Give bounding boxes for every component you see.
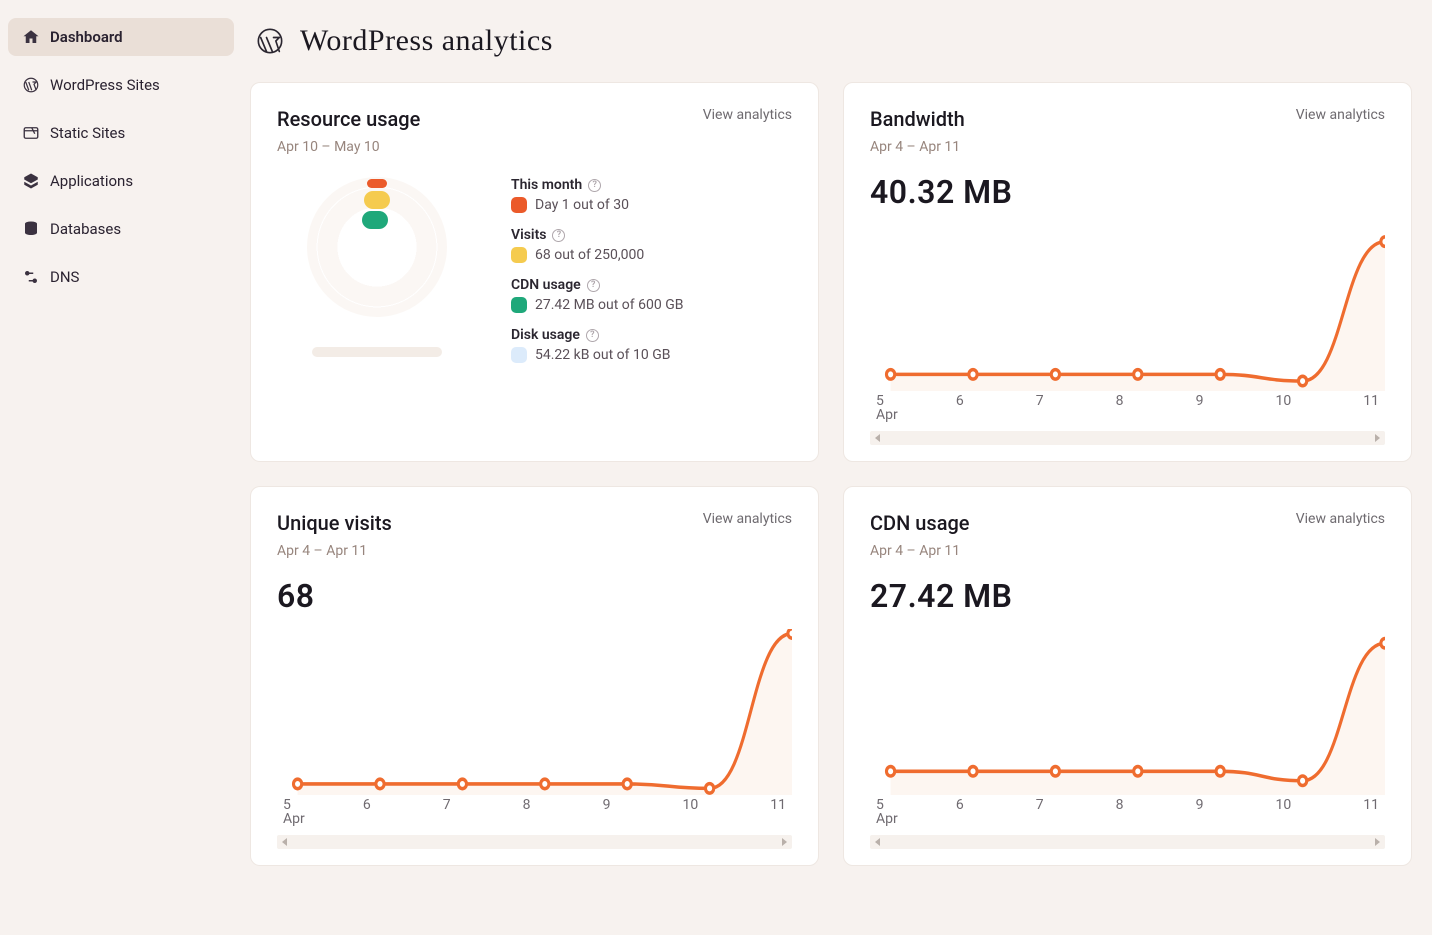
databases-icon [22,220,40,238]
swatch [511,247,527,263]
card-resource-usage: Resource usage Apr 10 – May 10 View anal… [250,82,819,462]
swatch [511,297,527,313]
view-analytics-link[interactable]: View analytics [703,107,792,123]
donut-chart [307,177,447,317]
help-icon[interactable]: ? [586,329,599,342]
chart-x-month: Apr [870,811,1385,827]
sidebar-item-label: Static Sites [50,124,125,142]
sidebar-item-label: WordPress Sites [50,76,160,94]
resource-legend: This month? Day 1 out of 30 Visits? 68 o… [511,177,683,377]
chart-scrollbar[interactable] [277,835,792,849]
visits-metric: 68 [277,577,792,615]
sidebar-item-label: Applications [50,172,133,190]
cdn-metric: 27.42 MB [870,577,1385,615]
legend-item-month: This month? Day 1 out of 30 [511,177,683,213]
page-title: WordPress analytics [300,24,553,58]
donut-segment-cdn [362,211,388,229]
applications-icon [22,172,40,190]
sidebar-item-applications[interactable]: Applications [8,162,234,200]
sidebar-item-label: DNS [50,268,79,286]
view-analytics-link[interactable]: View analytics [1296,107,1385,123]
card-date-range: Apr 10 – May 10 [277,139,420,155]
legend-item-visits: Visits? 68 out of 250,000 [511,227,683,263]
card-unique-visits: Unique visits Apr 4 – Apr 11 View analyt… [250,486,819,866]
sidebar-item-databases[interactable]: Databases [8,210,234,248]
card-bandwidth: Bandwidth Apr 4 – Apr 11 View analytics … [843,82,1412,462]
swatch [511,347,527,363]
legend-item-disk: Disk usage? 54.22 kB out of 10 GB [511,327,683,363]
sidebar-item-label: Dashboard [50,28,123,46]
cdn-chart [870,629,1385,795]
donut-disk-bar [312,347,442,357]
page-header: WordPress analytics [256,24,1412,58]
sidebar-item-wordpress-sites[interactable]: WordPress Sites [8,66,234,104]
chart-scrollbar[interactable] [870,835,1385,849]
sidebar: Dashboard WordPress Sites Static Sites A… [0,0,242,935]
card-title: CDN usage [870,511,970,535]
resource-donut [277,177,477,357]
chart-scrollbar[interactable] [870,431,1385,445]
card-date-range: Apr 4 – Apr 11 [277,543,392,559]
help-icon[interactable]: ? [587,279,600,292]
chart-x-month: Apr [277,811,792,827]
static-sites-icon [22,124,40,142]
bandwidth-metric: 40.32 MB [870,173,1385,211]
card-date-range: Apr 4 – Apr 11 [870,543,970,559]
sidebar-item-dns[interactable]: DNS [8,258,234,296]
help-icon[interactable]: ? [588,179,601,192]
card-title: Bandwidth [870,107,965,131]
sidebar-item-label: Databases [50,220,121,238]
card-cdn-usage: CDN usage Apr 4 – Apr 11 View analytics … [843,486,1412,866]
wordpress-logo-icon [256,27,284,55]
chart-x-month: Apr [870,407,1385,423]
sidebar-item-static-sites[interactable]: Static Sites [8,114,234,152]
swatch [511,197,527,213]
card-date-range: Apr 4 – Apr 11 [870,139,965,155]
home-icon [22,28,40,46]
legend-item-cdn: CDN usage? 27.42 MB out of 600 GB [511,277,683,313]
donut-segment-visits [364,191,390,209]
dns-icon [22,268,40,286]
visits-chart [277,629,792,795]
card-title: Unique visits [277,511,392,535]
card-title: Resource usage [277,107,420,131]
help-icon[interactable]: ? [552,229,565,242]
view-analytics-link[interactable]: View analytics [1296,511,1385,527]
donut-segment-month [367,179,387,188]
main-content: WordPress analytics Resource usage Apr 1… [242,0,1432,935]
wordpress-icon [22,76,40,94]
view-analytics-link[interactable]: View analytics [703,511,792,527]
bandwidth-chart [870,225,1385,391]
sidebar-item-dashboard[interactable]: Dashboard [8,18,234,56]
